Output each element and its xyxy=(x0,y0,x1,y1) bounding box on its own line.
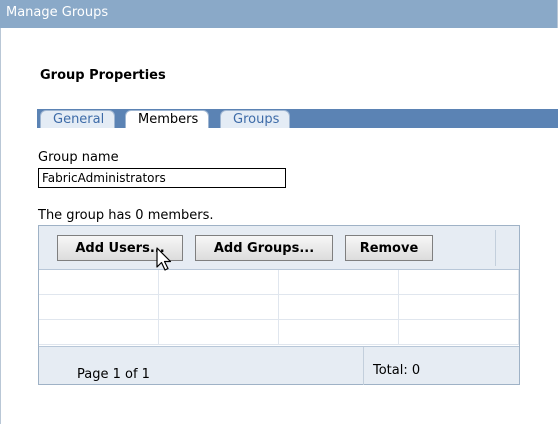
add-groups-button[interactable]: Add Groups... xyxy=(195,235,333,261)
table-cell xyxy=(399,295,519,320)
table-cell xyxy=(279,295,399,320)
toolbar-separator xyxy=(495,230,496,266)
arrow-cursor-icon xyxy=(156,247,172,271)
table-row xyxy=(39,295,519,320)
tab-bar xyxy=(37,109,558,128)
table-cell xyxy=(39,270,159,295)
members-rows xyxy=(39,270,519,346)
group-name-label: Group name xyxy=(38,150,119,165)
tab-general[interactable]: General xyxy=(40,110,116,128)
total-count: Total: 0 xyxy=(373,363,421,378)
member-count-text: The group has 0 members. xyxy=(38,208,214,223)
tab-members[interactable]: Members xyxy=(125,110,210,128)
footer-separator xyxy=(363,347,364,385)
table-cell xyxy=(399,320,519,345)
group-name-field[interactable] xyxy=(38,168,286,188)
frame-border xyxy=(0,28,1,424)
section-title: Group Properties xyxy=(40,68,166,83)
tab-groups[interactable]: Groups xyxy=(220,110,291,128)
members-table: Add Users... Add Groups... Remove Page 1… xyxy=(38,225,520,385)
window-title: Manage Groups xyxy=(6,5,109,20)
table-cell xyxy=(159,270,279,295)
remove-button[interactable]: Remove xyxy=(345,235,433,261)
table-row xyxy=(39,320,519,345)
page-indicator: Page 1 of 1 xyxy=(77,367,150,382)
table-cell xyxy=(279,270,399,295)
table-footer: Page 1 of 1 Total: 0 xyxy=(39,346,519,385)
table-cell xyxy=(39,295,159,320)
table-cell xyxy=(399,270,519,295)
table-row xyxy=(39,270,519,295)
members-toolbar: Add Users... Add Groups... Remove xyxy=(39,226,519,270)
table-cell xyxy=(39,320,159,345)
table-cell xyxy=(159,295,279,320)
table-cell xyxy=(159,320,279,345)
table-cell xyxy=(279,320,399,345)
window-title-bar: Manage Groups xyxy=(0,0,558,28)
